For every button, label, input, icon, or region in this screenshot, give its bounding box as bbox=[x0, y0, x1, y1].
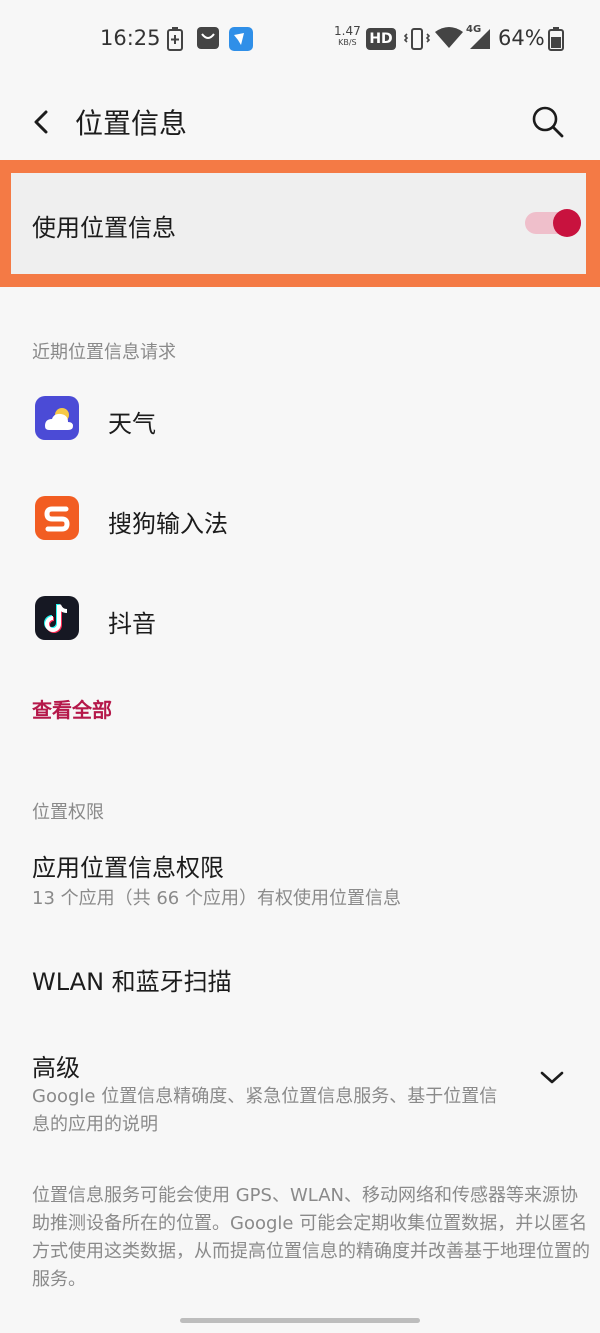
battery-saver-icon bbox=[166, 27, 184, 55]
battery-percent: 64% bbox=[498, 26, 545, 50]
wifi-icon bbox=[435, 27, 463, 53]
search-icon bbox=[532, 106, 564, 138]
vibrate-icon bbox=[403, 27, 431, 55]
permissions-header: 位置权限 bbox=[32, 802, 104, 823]
use-location-switch-row[interactable]: 使用位置信息 bbox=[11, 173, 586, 274]
see-all-link[interactable]: 查看全部 bbox=[32, 694, 112, 723]
back-arrow-icon bbox=[34, 110, 48, 134]
recent-app-row-douyin[interactable]: 抖音 bbox=[0, 574, 600, 664]
app-bar: 位置信息 bbox=[0, 90, 600, 154]
wlan-bluetooth-scan-title: WLAN 和蓝牙扫描 bbox=[32, 968, 232, 996]
advanced-title: 高级 bbox=[32, 1054, 80, 1082]
net-speed-unit: KB/S bbox=[338, 38, 357, 47]
app-location-permission-title: 应用位置信息权限 bbox=[32, 854, 224, 882]
search-button[interactable] bbox=[530, 104, 566, 140]
app-location-permission-summary: 13 个应用（共 66 个应用）有权使用位置信息 bbox=[32, 888, 401, 909]
status-bar: 16:25 1.47 KB/S HD 4G 64% bbox=[0, 0, 600, 78]
highlight-frame: 使用位置信息 bbox=[0, 160, 600, 287]
status-time: 16:25 bbox=[100, 26, 161, 50]
gesture-nav-handle[interactable] bbox=[180, 1318, 420, 1323]
app-name: 搜狗输入法 bbox=[108, 510, 228, 538]
advanced-summary: Google 位置信息精确度、紧急位置信息服务、基于位置信息的应用的说明 bbox=[32, 1086, 498, 1135]
use-location-toggle[interactable] bbox=[525, 207, 581, 239]
recent-app-row-sogou[interactable]: 搜狗输入法 bbox=[0, 474, 600, 564]
use-location-label: 使用位置信息 bbox=[32, 214, 176, 242]
douyin-app-icon bbox=[35, 596, 79, 640]
app-name: 抖音 bbox=[108, 610, 156, 638]
net-speed: 1.47 KB/S bbox=[334, 24, 361, 48]
battery-icon bbox=[548, 27, 564, 55]
weather-app-icon bbox=[35, 396, 79, 440]
app-name: 天气 bbox=[108, 410, 156, 438]
recent-requests-header: 近期位置信息请求 bbox=[32, 342, 176, 363]
chevron-down-icon[interactable] bbox=[538, 1065, 566, 1089]
hd-badge: HD bbox=[366, 28, 396, 50]
back-button[interactable] bbox=[26, 106, 58, 138]
feishu-notification-icon bbox=[229, 27, 253, 55]
wlan-bluetooth-scan-item[interactable]: WLAN 和蓝牙扫描 bbox=[32, 962, 512, 997]
location-footer-note: 位置信息服务可能会使用 GPS、WLAN、移动网络和传感器等来源协助推测设备所在… bbox=[32, 1185, 590, 1290]
notification-app-icon bbox=[197, 27, 219, 53]
page-title: 位置信息 bbox=[75, 107, 188, 140]
toggle-knob bbox=[553, 209, 581, 237]
sogou-input-app-icon bbox=[35, 496, 79, 540]
advanced-item[interactable]: 高级 Google 位置信息精确度、紧急位置信息服务、基于位置信息的应用的说明 bbox=[32, 1048, 502, 1139]
app-location-permission-item[interactable]: 应用位置信息权限 13 个应用（共 66 个应用）有权使用位置信息 bbox=[32, 848, 512, 913]
recent-app-row-weather[interactable]: 天气 bbox=[0, 374, 600, 464]
cell-signal-icon bbox=[466, 27, 490, 55]
net-speed-value: 1.47 bbox=[334, 24, 361, 38]
